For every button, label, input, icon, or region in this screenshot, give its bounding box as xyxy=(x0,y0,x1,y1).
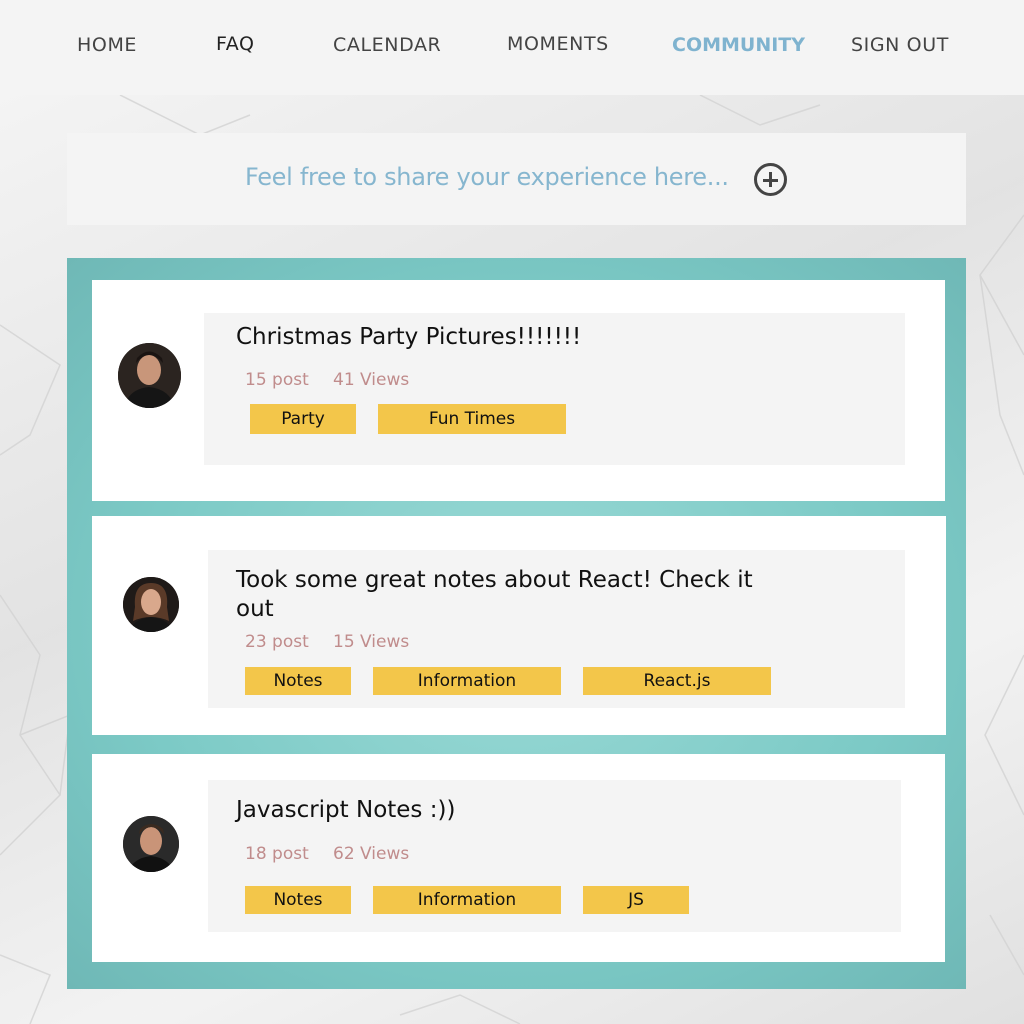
top-navigation: HOME FAQ CALENDAR MOMENTS COMMUNITY SIGN… xyxy=(0,0,1024,95)
share-prompt[interactable]: Feel free to share your experience here.… xyxy=(245,163,729,191)
tag[interactable]: JS xyxy=(583,886,689,914)
view-count: 62 Views xyxy=(333,844,410,864)
post-card[interactable]: Javascript Notes :)) 18 post 62 Views No… xyxy=(92,754,945,962)
nav-calendar[interactable]: CALENDAR xyxy=(333,34,441,56)
post-title[interactable]: Javascript Notes :)) xyxy=(236,796,455,825)
avatar xyxy=(118,343,181,408)
post-title[interactable]: Took some great notes about React! Check… xyxy=(236,566,776,624)
post-title[interactable]: Christmas Party Pictures!!!!!!! xyxy=(236,323,581,352)
post-card[interactable]: Christmas Party Pictures!!!!!!! 15 post … xyxy=(92,280,945,501)
post-body: Javascript Notes :)) 18 post 62 Views No… xyxy=(208,780,901,932)
post-count: 15 post xyxy=(245,370,309,390)
tag[interactable]: Fun Times xyxy=(378,404,566,434)
tag[interactable]: Notes xyxy=(245,886,351,914)
post-count: 23 post xyxy=(245,632,309,652)
post-count: 18 post xyxy=(245,844,309,864)
nav-home[interactable]: HOME xyxy=(77,34,137,56)
post-card[interactable]: Took some great notes about React! Check… xyxy=(92,516,946,735)
avatar xyxy=(123,816,179,872)
nav-community[interactable]: COMMUNITY xyxy=(672,34,805,56)
view-count: 15 Views xyxy=(333,632,410,652)
community-feed: Christmas Party Pictures!!!!!!! 15 post … xyxy=(67,258,966,989)
tag[interactable]: Notes xyxy=(245,667,351,695)
nav-sign-out[interactable]: SIGN OUT xyxy=(851,34,949,56)
post-body: Christmas Party Pictures!!!!!!! 15 post … xyxy=(204,313,905,465)
tag[interactable]: Information xyxy=(373,667,561,695)
share-experience-bar[interactable]: Feel free to share your experience here.… xyxy=(67,133,966,225)
tag[interactable]: Information xyxy=(373,886,561,914)
plus-circle-icon[interactable] xyxy=(754,163,787,196)
tag[interactable]: React.js xyxy=(583,667,771,695)
tag[interactable]: Party xyxy=(250,404,356,434)
view-count: 41 Views xyxy=(333,370,410,390)
nav-moments[interactable]: MOMENTS xyxy=(507,33,609,55)
avatar xyxy=(123,577,179,632)
post-body: Took some great notes about React! Check… xyxy=(208,550,905,708)
nav-faq[interactable]: FAQ xyxy=(216,33,255,55)
